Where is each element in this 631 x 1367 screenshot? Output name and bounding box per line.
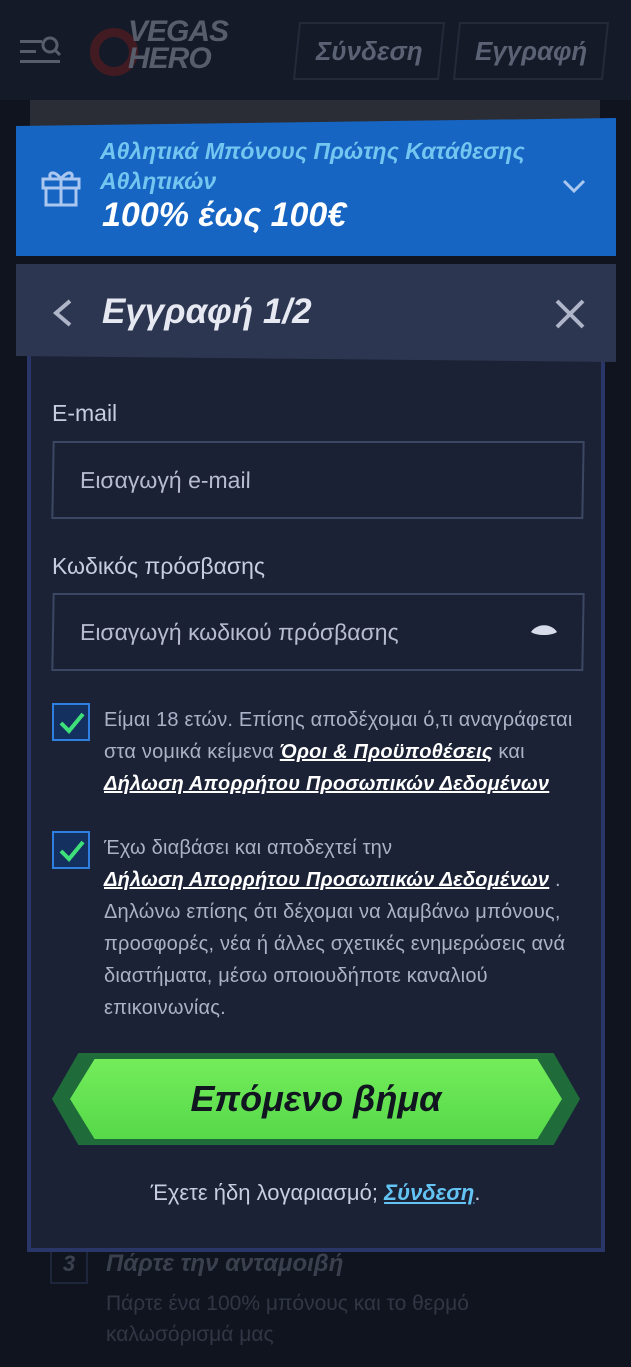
modal-header: Εγγραφή 1/2 xyxy=(16,264,616,362)
privacy-link-2[interactable]: Δήλωση Απορρήτου Προσωπικών Δεδομένων xyxy=(104,869,549,891)
gift-icon xyxy=(41,171,81,207)
password-field[interactable] xyxy=(51,593,585,671)
marketing-consent-checkbox[interactable] xyxy=(52,831,90,869)
checkmark-icon xyxy=(59,840,85,862)
modal-title: Εγγραφή 1/2 xyxy=(102,292,312,331)
eye-icon[interactable] xyxy=(530,623,558,641)
age-consent-text: Είμαι 18 ετών. Επίσης αποδέχομαι ό,τι αν… xyxy=(104,704,594,800)
marketing-consent-text-after: . Δηλώνω επίσης ότι δέχομαι να λαμβάνω μ… xyxy=(104,869,566,1019)
terms-link[interactable]: Όροι & Προϋποθέσεις xyxy=(280,741,493,763)
next-step-button[interactable]: Επόμενο βήμα xyxy=(52,1053,580,1145)
header-login-button[interactable]: Σύνδεση xyxy=(292,22,446,80)
chevron-down-icon[interactable] xyxy=(562,178,586,194)
header-register-button[interactable]: Εγγραφή xyxy=(452,22,610,80)
logo-text-line1: VEGAS xyxy=(128,15,229,48)
step-description: Πάρτε ένα 100% μπόνους και το θερμό καλω… xyxy=(106,1292,469,1346)
email-input[interactable] xyxy=(79,466,521,494)
logo-text-line2: HERO xyxy=(128,42,212,75)
login-link[interactable]: Σύνδεση xyxy=(384,1180,474,1205)
email-field[interactable] xyxy=(51,441,585,519)
promo-banner[interactable]: Αθλητικά Μπόνους Πρώτης Κατάθεσης Αθλητι… xyxy=(16,118,616,256)
age-consent-text-middle: και xyxy=(492,741,525,763)
checkmark-icon xyxy=(59,712,85,734)
marketing-consent-text: Έχω διαβάσει και αποδεχτεί την Δήλωση Απ… xyxy=(104,832,594,1024)
site-header: VEGAS HERO Σύνδεση Εγγραφή xyxy=(0,0,631,100)
promo-amount: 100% έως 100€ xyxy=(102,196,347,234)
password-label: Κωδικός πρόσβασης xyxy=(52,553,265,579)
close-icon[interactable] xyxy=(554,298,586,330)
step-title: Πάρτε την ανταμοιβή xyxy=(106,1250,344,1277)
marketing-consent-text-before: Έχω διαβάσει και αποδεχτεί την xyxy=(104,837,393,859)
chevron-left-icon[interactable] xyxy=(50,298,76,328)
have-account-text: Έχετε ήδη λογαριασμό; xyxy=(150,1180,385,1205)
privacy-link[interactable]: Δήλωση Απορρήτου Προσωπικών Δεδομένων xyxy=(104,773,549,795)
header-login-label: Σύνδεση xyxy=(315,35,423,66)
have-account-trailing: . xyxy=(474,1180,481,1205)
header-register-label: Εγγραφή xyxy=(474,35,588,66)
age-consent-checkbox[interactable] xyxy=(52,703,90,741)
email-label: E-mail xyxy=(52,400,118,426)
menu-search-icon[interactable] xyxy=(18,34,62,70)
password-input[interactable] xyxy=(79,618,521,646)
site-logo[interactable]: VEGAS HERO xyxy=(90,14,229,86)
next-step-label: Επόμενο βήμα xyxy=(190,1078,442,1119)
promo-title: Αθλητικά Μπόνους Πρώτης Κατάθεσης Αθλητι… xyxy=(100,138,525,194)
have-account-row: Έχετε ήδη λογαριασμό; Σύνδεση. xyxy=(0,1180,631,1206)
